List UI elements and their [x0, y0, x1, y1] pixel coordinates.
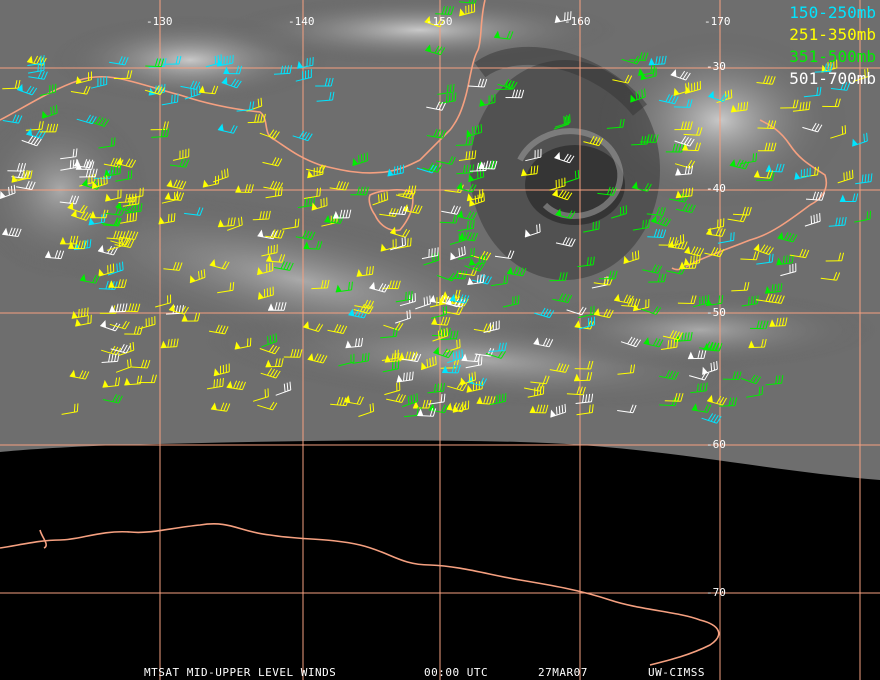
lat-label-60: -60 [706, 438, 726, 451]
lat-label-30: -30 [706, 60, 726, 73]
lon-label-140: -140 [288, 15, 315, 28]
legend-item-351-500: 351-500mb [789, 47, 876, 66]
footer-time: 00:00 UTC [424, 666, 489, 679]
footer-bar: MTSAT MID-UPPER LEVEL WINDS 00:00 UTC 27… [0, 664, 880, 680]
lat-label-50: -50 [706, 306, 726, 319]
pressure-legend: 150-250mb 251-350mb 351-500mb 501-700mb [789, 2, 876, 90]
footer-date: 27MAR07 [538, 666, 588, 679]
legend-item-251-350: 251-350mb [789, 25, 876, 44]
lon-label-170: -170 [704, 15, 731, 28]
footer-source: UW-CIMSS [648, 666, 705, 679]
footer-product: MTSAT MID-UPPER LEVEL WINDS [144, 666, 337, 679]
antarctica-coast [0, 523, 720, 666]
lat-label-70: -70 [706, 586, 726, 599]
wind-map: -130 -140 -150 -160 -170 -30 -40 -50 -60… [0, 0, 880, 680]
legend-item-150-250: 150-250mb [789, 3, 876, 22]
lat-label-40: -40 [706, 182, 726, 195]
lon-label-130: -130 [146, 15, 173, 28]
legend-item-501-700: 501-700mb [789, 69, 876, 88]
lon-label-150: -150 [426, 15, 453, 28]
lon-label-160: -160 [564, 15, 591, 28]
